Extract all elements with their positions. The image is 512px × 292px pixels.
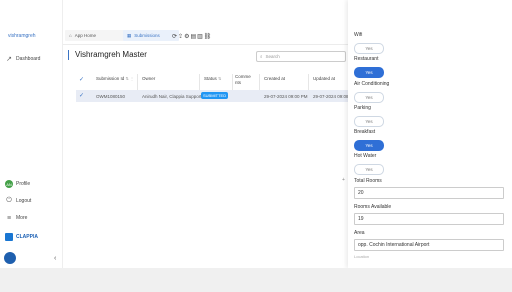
expand-icon[interactable]: + bbox=[342, 177, 345, 183]
cell-owner: Anirudh Nair, Clappia Support bbox=[142, 94, 202, 99]
toolbar-icons[interactable]: ⟳⇪⚙▤▥⛓ bbox=[172, 33, 212, 40]
sidebar-item-label: Profile bbox=[16, 181, 31, 187]
column-header-updated[interactable]: Updated at bbox=[313, 76, 335, 90]
column-header-comments[interactable]: Comme nts bbox=[235, 74, 253, 88]
column-header-owner[interactable]: Owner bbox=[142, 76, 155, 90]
toggle-ac[interactable]: Yes bbox=[354, 92, 384, 103]
location-hint: Location bbox=[354, 254, 370, 259]
row-checkbox[interactable]: ✓ bbox=[79, 92, 84, 99]
rooms-available-field[interactable]: 19 bbox=[354, 213, 504, 225]
field-label-ac: Air Conditioning bbox=[354, 81, 390, 87]
tab-label: App Home bbox=[74, 33, 96, 38]
sidebar-item-logout[interactable]: ⏻ Logout bbox=[5, 197, 31, 205]
field-label-hot-water: Hot Water bbox=[354, 153, 377, 159]
field-label-breakfast: Breakfast bbox=[354, 129, 376, 135]
power-icon: ⏻ bbox=[6, 197, 12, 204]
field-label-area: Area bbox=[354, 230, 365, 236]
dashboard-icon: ↗ bbox=[6, 56, 12, 63]
total-rooms-field[interactable]: 20 bbox=[354, 187, 504, 199]
workspace-name[interactable]: vishramgreh bbox=[8, 33, 36, 39]
page-title: Vishramgreh Master bbox=[75, 50, 147, 59]
sidebar-item-label: Dashboard bbox=[16, 56, 41, 62]
search-icon: ⌕ bbox=[260, 54, 263, 59]
avatar: AN bbox=[5, 180, 13, 188]
sidebar-item-dashboard[interactable]: ↗ Dashboard bbox=[5, 55, 40, 63]
column-header-created[interactable]: Created at bbox=[264, 76, 285, 90]
toggle-wifi[interactable]: Yes bbox=[354, 43, 384, 54]
field-label-restaurant: Restaurant bbox=[354, 56, 379, 62]
divider bbox=[63, 44, 348, 45]
tab-submissions[interactable]: ▦ Submissions bbox=[123, 30, 179, 41]
chart-icon[interactable]: ▥ bbox=[197, 34, 204, 40]
title-accent bbox=[68, 50, 69, 60]
toggle-breakfast[interactable]: Yes bbox=[354, 140, 384, 151]
area-field[interactable]: opp. Cochin International Airport bbox=[354, 239, 504, 251]
sidebar-item-profile[interactable]: AN Profile bbox=[5, 180, 30, 188]
link-icon[interactable]: ⛓ bbox=[204, 34, 213, 40]
column-header-status[interactable]: Status ⇅ bbox=[204, 76, 221, 90]
cell-submission-id[interactable]: OWM1080150 bbox=[96, 94, 125, 99]
tab-label: Submissions bbox=[134, 33, 160, 38]
cell-created: 29-07-2024 09:00 PM bbox=[264, 94, 308, 99]
field-label-parking: Parking bbox=[354, 105, 371, 111]
chat-button[interactable] bbox=[4, 252, 16, 264]
bottom-strip bbox=[0, 268, 512, 292]
toggle-hot-water[interactable]: Yes bbox=[354, 164, 384, 175]
column-header-submission-id[interactable]: Submission Id ⇅ ⋮ bbox=[96, 76, 134, 90]
home-icon: ⌂ bbox=[69, 33, 72, 38]
search-input[interactable]: ⌕ Search bbox=[256, 51, 346, 62]
sidebar bbox=[0, 0, 63, 268]
brand-name: CLAPPIA bbox=[16, 234, 38, 240]
grid-icon: ▦ bbox=[127, 32, 132, 38]
status-badge: SUBMITTED bbox=[201, 92, 229, 99]
search-placeholder: Search bbox=[265, 54, 280, 59]
sidebar-item-label: More bbox=[16, 215, 28, 221]
field-label-wifi: Wifi bbox=[354, 32, 363, 38]
field-label-total-rooms: Total Rooms bbox=[354, 178, 382, 184]
clappia-icon bbox=[5, 233, 13, 241]
brand-logo: CLAPPIA bbox=[5, 233, 38, 241]
select-all-checkbox[interactable]: ✓ bbox=[79, 76, 84, 90]
field-label-rooms-available: Rooms Available bbox=[354, 204, 392, 210]
toggle-restaurant[interactable]: Yes bbox=[354, 67, 384, 78]
chevron-left-icon[interactable]: ‹ bbox=[54, 255, 56, 262]
tab-app-home[interactable]: ⌂ App Home bbox=[65, 30, 125, 41]
toggle-parking[interactable]: Yes bbox=[354, 116, 384, 127]
menu-icon: ≡ bbox=[6, 214, 12, 222]
sidebar-item-more[interactable]: ≡ More bbox=[5, 214, 27, 222]
sidebar-item-label: Logout bbox=[16, 198, 32, 204]
